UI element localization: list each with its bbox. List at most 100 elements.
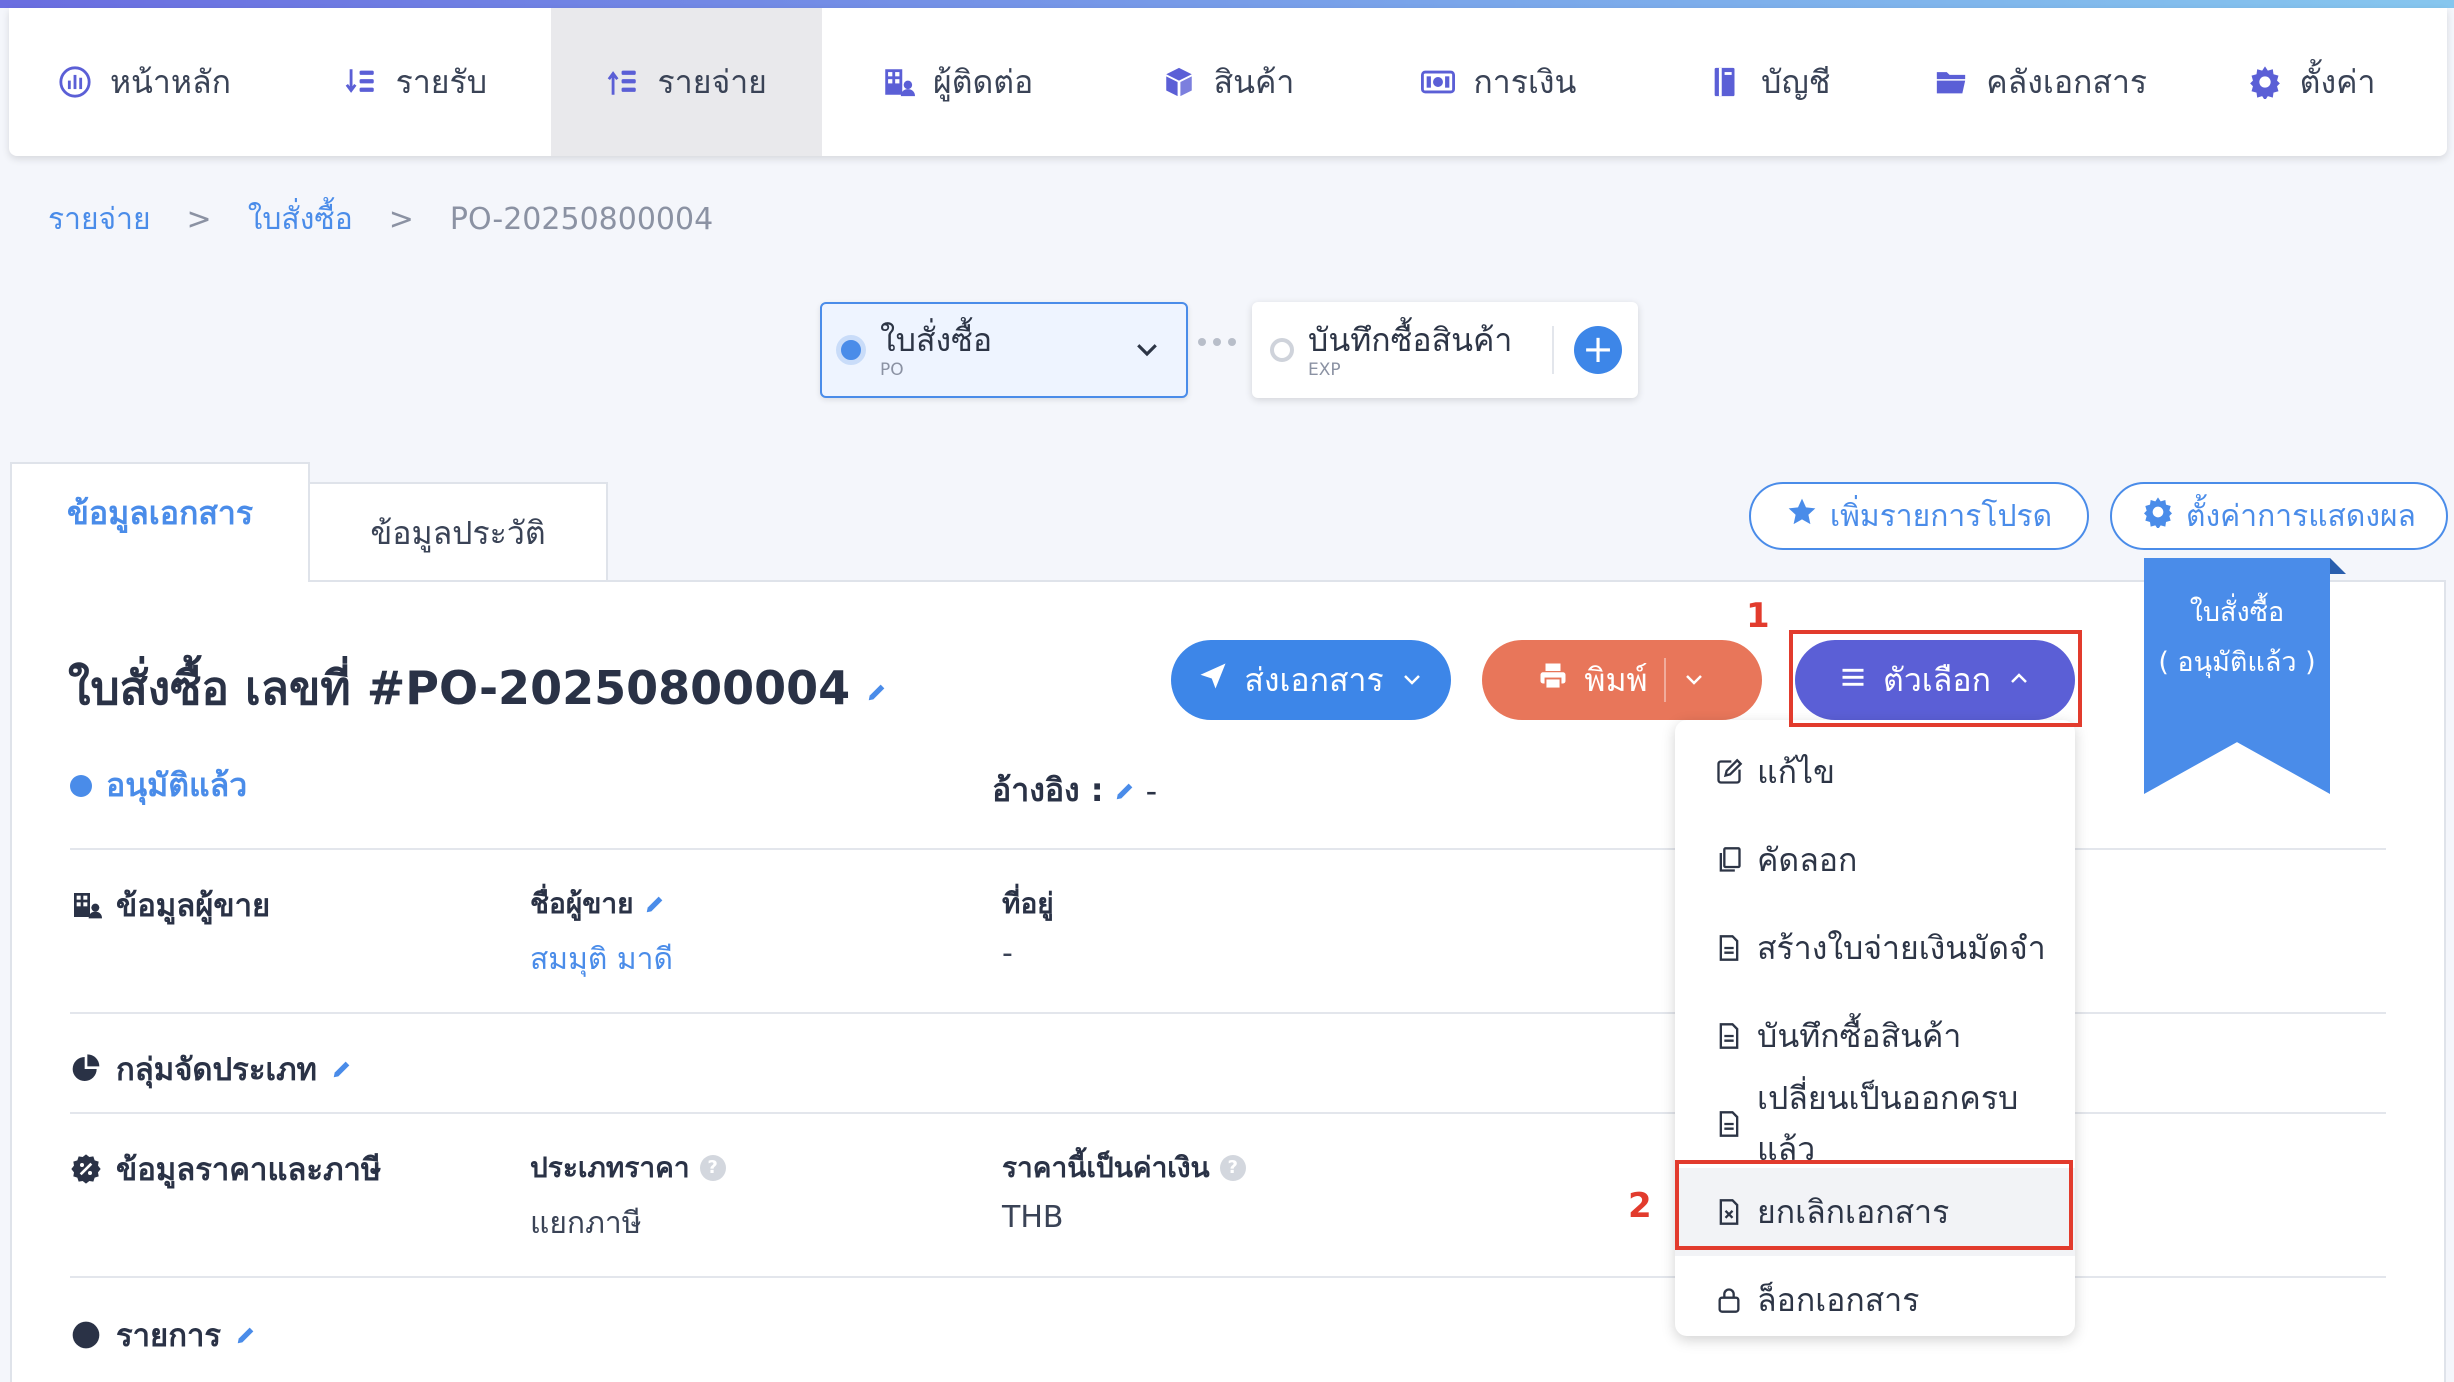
document-title: ใบสั่งซื้อ เลขที่ #PO-20250800004 <box>68 661 851 715</box>
flow-active-dot <box>836 335 866 365</box>
price-type-label-text: ประเภทราคา <box>530 1151 690 1184</box>
help-icon[interactable]: ? <box>699 1155 726 1181</box>
flow-current-document[interactable]: ใบสั่งซื้อ PO <box>820 302 1188 398</box>
menu-item-copy[interactable]: คัดลอก <box>1675 816 2075 904</box>
box-icon <box>1162 65 1196 99</box>
vendor-name-label-text: ชื่อผู้ขาย <box>530 887 634 920</box>
nav-item-home[interactable]: หน้าหลัก <box>9 8 280 156</box>
page-title: ใบสั่งซื้อ เลขที่ #PO-20250800004 <box>68 652 888 725</box>
chevron-down-icon[interactable] <box>1682 661 1706 699</box>
pricing-section-title: ข้อมูลราคาและภาษี <box>70 1144 381 1194</box>
vendor-address-value: - <box>1002 936 1013 971</box>
reference-value: - <box>1145 771 1158 810</box>
breadcrumb-expense[interactable]: รายจ่าย <box>48 196 151 243</box>
dashboard-icon <box>58 65 92 99</box>
pencil-icon[interactable] <box>644 893 666 915</box>
pie-chart-icon <box>70 1053 102 1085</box>
send-document-button[interactable]: ส่งเอกสาร <box>1171 640 1451 720</box>
nav-label: รายจ่าย <box>657 62 767 101</box>
document-icon <box>1715 1110 1743 1138</box>
pencil-icon[interactable] <box>235 1324 257 1346</box>
lock-icon <box>1715 1286 1743 1314</box>
flow-divider <box>1552 326 1554 374</box>
nav-item-products[interactable]: สินค้า <box>1093 8 1364 156</box>
breadcrumb-separator: > <box>186 202 212 237</box>
menu-item-label: สร้างใบจ่ายเงินมัดจำ <box>1757 928 2046 967</box>
tab-history[interactable]: ข้อมูลประวัติ <box>308 482 608 582</box>
status-badge: อนุมัติแล้ว <box>70 760 247 811</box>
money-icon <box>1421 65 1456 99</box>
chevron-down-icon <box>1400 661 1424 699</box>
top-accent-bar <box>0 0 2454 8</box>
step-1-number: 1 <box>1746 596 1770 636</box>
nav-item-finance[interactable]: การเงิน <box>1363 8 1634 156</box>
circle-icon <box>70 1319 102 1351</box>
currency-label-text: ราคานี้เป็นค่าเงิน <box>1002 1151 1210 1184</box>
price-type-value: แยกภาษี <box>530 1206 642 1241</box>
nav-item-income[interactable]: รายรับ <box>280 8 551 156</box>
document-icon <box>1715 1022 1743 1050</box>
copy-icon <box>1715 846 1743 874</box>
help-icon[interactable]: ? <box>1219 1155 1246 1181</box>
nav-label: รายรับ <box>395 62 488 101</box>
nav-item-contacts[interactable]: ผู้ติดต่อ <box>822 8 1093 156</box>
menu-item-label: แก้ไข <box>1757 752 1835 791</box>
reference-field: อ้างอิง : - <box>992 765 1157 816</box>
breadcrumb-current: PO-20250800004 <box>449 202 714 237</box>
menu-item-edit[interactable]: แก้ไข <box>1675 728 2075 816</box>
document-icon <box>1715 934 1743 962</box>
vendor-name-label: ชื่อผู้ขาย <box>530 882 666 926</box>
contacts-icon <box>881 65 915 99</box>
menu-item-lock-document[interactable]: ล็อกเอกสาร <box>1675 1256 2075 1344</box>
add-icon[interactable]: + <box>1574 326 1622 374</box>
pencil-icon[interactable] <box>866 681 888 703</box>
send-icon <box>1198 661 1228 699</box>
items-section-label: รายการ <box>116 1318 222 1354</box>
flow-next-document[interactable]: บันทึกซื้อสินค้า EXP + <box>1252 302 1638 398</box>
nav-item-accounting[interactable]: บัญชี <box>1634 8 1905 156</box>
pencil-icon[interactable] <box>331 1058 353 1080</box>
edit-icon <box>1715 758 1743 786</box>
vendor-name-link[interactable]: สมมุติ มาดี <box>530 936 673 983</box>
breadcrumb-purchase-order[interactable]: ใบสั่งซื้อ <box>248 196 353 243</box>
star-icon <box>1786 496 1818 536</box>
add-favorite-button[interactable]: เพิ่มรายการโปรด <box>1749 482 2089 550</box>
gear-icon <box>2142 496 2174 536</box>
nav-item-documents[interactable]: คลังเอกสาร <box>1905 8 2176 156</box>
step-2-highlight <box>1675 1160 2073 1250</box>
gear-icon <box>2248 65 2282 99</box>
print-label: พิมพ์ <box>1584 660 1648 699</box>
ribbon-fold <box>2330 558 2346 574</box>
tab-document-info[interactable]: ข้อมูลเอกสาร <box>10 462 310 582</box>
menu-item-record-purchase[interactable]: บันทึกซื้อสินค้า <box>1675 992 2075 1080</box>
pricing-section-label: ข้อมูลราคาและภาษี <box>116 1152 382 1188</box>
currency-value: THB <box>1002 1200 1064 1235</box>
flow-next-title: บันทึกซื้อสินค้า <box>1308 321 1513 359</box>
vendor-address-label: ที่อยู่ <box>1002 887 1054 920</box>
step-1-highlight <box>1789 630 2082 727</box>
add-favorite-label: เพิ่มรายการโปรด <box>1829 498 2053 534</box>
income-icon <box>344 65 378 99</box>
ribbon-doc-type: ใบสั่งซื้อ <box>2189 597 2285 628</box>
price-type-label: ประเภทราคา ? <box>530 1146 726 1190</box>
menu-item-create-deposit[interactable]: สร้างใบจ่ายเงินมัดจำ <box>1675 904 2075 992</box>
ribbon-status: ( อนุมัติแล้ว ) <box>2158 647 2316 678</box>
flow-inactive-dot <box>1270 338 1294 362</box>
print-divider <box>1663 658 1666 702</box>
category-section-label: กลุ่มจัดประเภท <box>116 1052 317 1088</box>
breadcrumb: รายจ่าย > ใบสั่งซื้อ > PO-20250800004 <box>48 196 713 243</box>
building-icon <box>70 889 102 921</box>
print-button[interactable]: พิมพ์ <box>1482 640 1762 720</box>
nav-item-settings[interactable]: ตั้งค่า <box>2176 8 2447 156</box>
tax-icon <box>70 1153 102 1185</box>
pencil-icon[interactable] <box>1114 780 1136 802</box>
book-icon <box>1709 65 1743 99</box>
vendor-section-title: ข้อมูลผู้ขาย <box>70 880 270 930</box>
menu-item-label: บันทึกซื้อสินค้า <box>1757 1016 1962 1055</box>
vendor-section-label: ข้อมูลผู้ขาย <box>116 888 271 924</box>
display-settings-label: ตั้งค่าการแสดงผล <box>2186 498 2416 534</box>
expense-icon <box>606 65 640 99</box>
nav-item-expense[interactable]: รายจ่าย <box>550 8 822 156</box>
display-settings-button[interactable]: ตั้งค่าการแสดงผล <box>2110 482 2448 550</box>
menu-item-mark-complete[interactable]: เปลี่ยนเป็นออกครบแล้ว <box>1675 1079 2075 1168</box>
